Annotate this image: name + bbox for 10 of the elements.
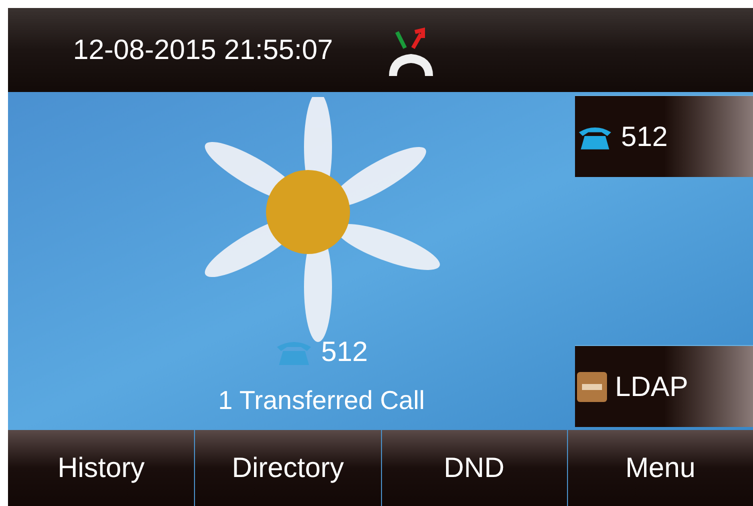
- directory-book-icon: [577, 372, 607, 402]
- transferred-call-notice: 1 Transferred Call: [218, 384, 425, 417]
- softkey[interactable]: DND: [380, 430, 567, 506]
- softkey[interactable]: History: [8, 430, 194, 506]
- softkey[interactable]: Directory: [194, 430, 380, 506]
- softkey[interactable]: Menu: [566, 430, 753, 506]
- date-time: 12-08-2015 21:55:07: [73, 33, 333, 67]
- account-number: 512: [321, 335, 368, 369]
- line-key[interactable]: LDAP: [575, 345, 753, 427]
- line-key[interactable]: 512: [575, 95, 753, 177]
